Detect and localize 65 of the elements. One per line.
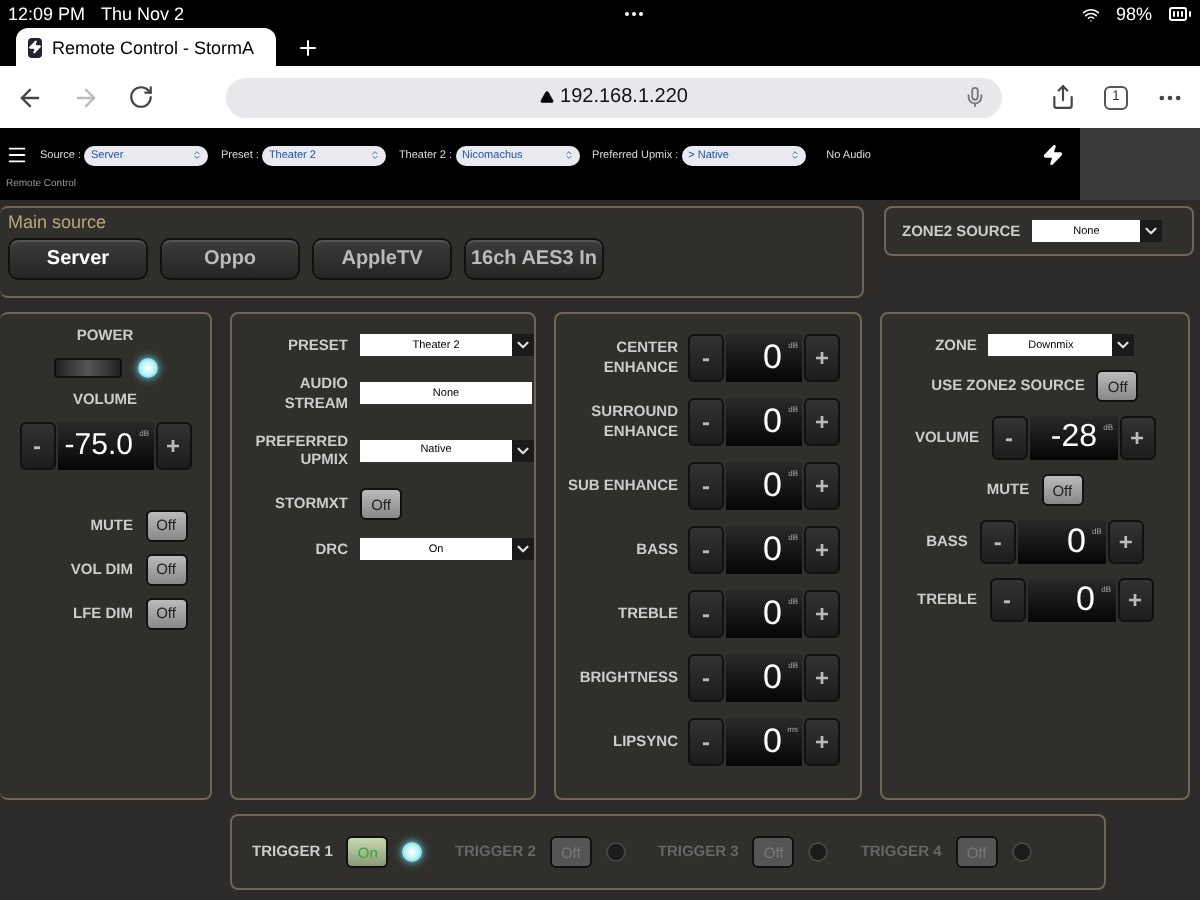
new-tab-icon[interactable] [296,36,320,60]
url-field[interactable]: 192.168.1.220 [226,77,1002,117]
minus-button[interactable]: - [688,590,724,638]
minus-button[interactable]: - [688,462,724,510]
plus-button[interactable]: + [804,526,840,574]
value-text: 0 [1066,522,1086,562]
value-text: 0 [763,658,782,698]
up-down-icon [790,150,801,160]
minus-button[interactable]: - [688,398,724,446]
battery-icon [1168,2,1193,26]
share-icon[interactable] [1050,84,1076,110]
plus-button[interactable]: + [804,398,840,446]
menu-icon[interactable] [6,144,28,166]
minus-button[interactable]: - [989,578,1025,622]
header-block [1080,128,1200,200]
minus-button[interactable]: - [688,526,724,574]
battery-percent: 98% [1116,4,1153,24]
up-down-icon [564,150,575,160]
lightning-icon [1042,144,1064,166]
power-switch[interactable] [53,357,121,378]
value-text: 0 [763,466,782,506]
up-down-icon [370,150,381,160]
plus-button[interactable]: + [1117,578,1153,622]
reload-icon[interactable] [128,84,154,110]
chevron-down-icon [1112,334,1135,356]
minus-button[interactable]: - [991,416,1028,460]
chevron-down-icon [512,538,534,560]
plus-button[interactable]: + [1119,416,1156,460]
chevron-down-icon [512,334,534,356]
minus-button[interactable]: - [688,718,724,766]
minus-button[interactable]: - [688,334,724,382]
value-text: 0 [763,402,782,442]
value-text: -28 [1050,420,1098,456]
source-button[interactable]: Server [8,238,148,280]
plus-button[interactable]: + [804,334,840,382]
value-text: -75.0 [64,428,133,462]
browser-tab[interactable]: Remote Control - StormA [16,28,276,66]
plus-button[interactable]: + [155,421,191,469]
status-time: 12:09 PM [8,4,86,24]
plus-button[interactable]: + [804,718,840,766]
value-text: 0 [1076,580,1095,620]
minus-button[interactable]: - [979,520,1016,564]
up-down-icon [192,150,203,160]
source-button[interactable]: 16ch AES3 In [464,238,604,280]
status-date: Thu Nov 2 [101,4,185,24]
minus-button[interactable]: - [19,421,55,469]
value-text: 0 [763,530,782,570]
plus-button[interactable]: + [1107,520,1144,564]
warning-icon [540,90,555,104]
lightning-icon [28,37,42,57]
chevron-down-icon [512,439,534,462]
plus-button[interactable]: + [804,462,840,510]
value-text: 0 [763,722,782,762]
source-button[interactable]: AppleTV [312,238,452,280]
chevron-down-icon [1140,220,1163,242]
minus-button[interactable]: - [688,654,724,702]
back-icon[interactable] [16,83,44,111]
value-text: 0 [763,338,782,378]
value-text: 0 [763,594,782,634]
source-button[interactable]: Oppo [160,238,300,280]
mic-icon[interactable] [964,85,986,107]
panel-title: Main source [8,212,109,232]
plus-button[interactable]: + [804,654,840,702]
wifi-icon [1082,5,1100,23]
plus-button[interactable]: + [804,590,840,638]
